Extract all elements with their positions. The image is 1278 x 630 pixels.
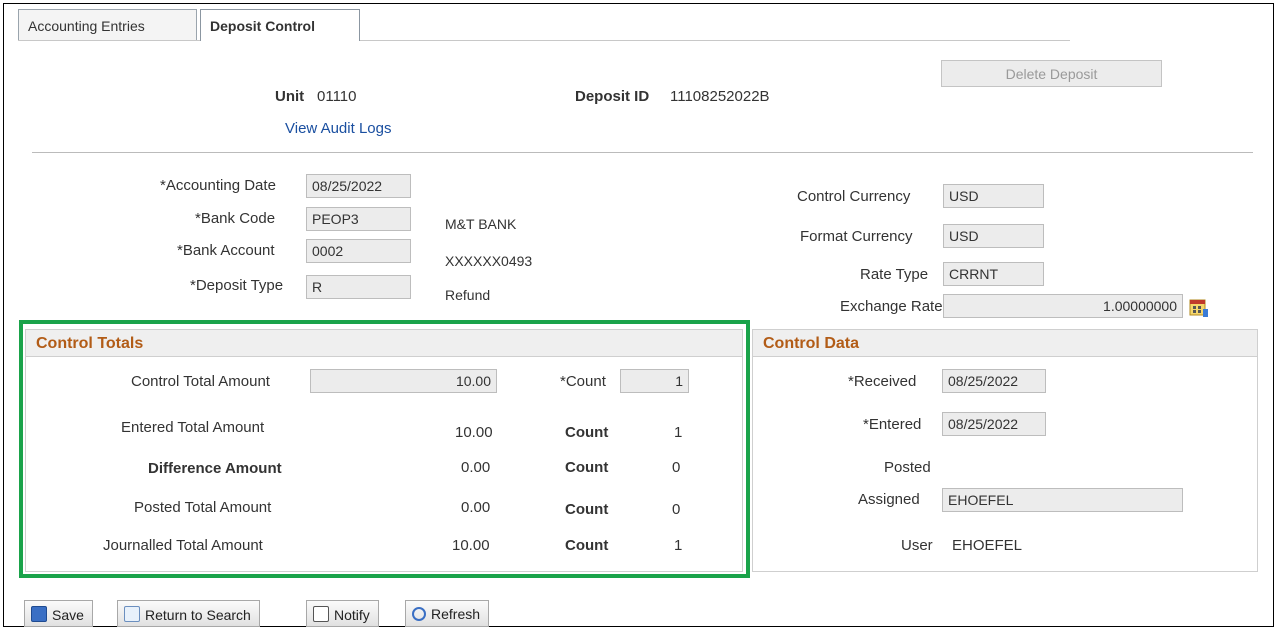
refresh-button-label: Refresh bbox=[431, 606, 481, 622]
deposit-type-label: *Deposit Type bbox=[190, 277, 284, 294]
calendar-icon[interactable] bbox=[1188, 297, 1210, 319]
received-field[interactable]: 08/25/2022 bbox=[942, 369, 1046, 393]
assigned-label: Assigned bbox=[858, 491, 920, 508]
entered-label: *Entered bbox=[863, 416, 922, 433]
exchange-rate-field[interactable]: 1.00000000 bbox=[943, 294, 1183, 318]
tab-deposit-control-label: Deposit Control bbox=[210, 18, 315, 34]
control-data-group: Control Data bbox=[752, 329, 1258, 572]
tab-accounting-entries[interactable]: Accounting Entries bbox=[18, 9, 197, 40]
tab-bar-line bbox=[18, 40, 1070, 41]
delete-deposit-button[interactable]: Delete Deposit bbox=[941, 60, 1162, 87]
assigned-field[interactable]: EHOEFEL bbox=[942, 488, 1183, 512]
bank-account-description: XXXXXX0493 bbox=[445, 253, 533, 269]
deposit-type-description: Refund bbox=[445, 287, 491, 303]
accounting-date-field[interactable]: 08/25/2022 bbox=[306, 174, 411, 198]
section-divider bbox=[32, 152, 1253, 153]
return-to-search-label: Return to Search bbox=[145, 607, 251, 623]
rate-type-field[interactable]: CRRNT bbox=[943, 262, 1044, 286]
bank-account-field[interactable]: 0002 bbox=[306, 239, 411, 263]
bank-code-field[interactable]: PEOP3 bbox=[306, 207, 411, 231]
refresh-button[interactable]: Refresh bbox=[405, 600, 490, 627]
save-button-label: Save bbox=[52, 607, 84, 623]
notify-button[interactable]: Notify bbox=[306, 600, 379, 627]
format-currency-label: Format Currency bbox=[800, 228, 913, 245]
bank-code-description: M&T BANK bbox=[445, 216, 517, 232]
accounting-date-label: *Accounting Date bbox=[160, 177, 276, 194]
search-icon bbox=[124, 606, 140, 622]
user-value: EHOEFEL bbox=[952, 537, 1023, 554]
return-to-search-button[interactable]: Return to Search bbox=[117, 600, 260, 627]
control-totals-highlight bbox=[19, 320, 750, 578]
unit-value: 01110 bbox=[317, 88, 357, 105]
exchange-rate-label: Exchange Rate bbox=[840, 298, 943, 315]
notify-button-label: Notify bbox=[334, 607, 370, 623]
posted-label: Posted bbox=[884, 459, 931, 476]
received-label: *Received bbox=[848, 373, 917, 390]
unit-label: Unit bbox=[275, 88, 305, 105]
refresh-icon bbox=[412, 607, 426, 621]
rate-type-label: Rate Type bbox=[860, 266, 929, 283]
deposit-id-label: Deposit ID bbox=[575, 88, 650, 105]
tab-accounting-entries-label: Accounting Entries bbox=[28, 18, 145, 34]
format-currency-field[interactable]: USD bbox=[943, 224, 1044, 248]
view-audit-logs-link[interactable]: View Audit Logs bbox=[285, 120, 391, 137]
notify-icon bbox=[313, 606, 329, 622]
control-currency-label: Control Currency bbox=[797, 188, 911, 205]
bank-account-label: *Bank Account bbox=[177, 242, 275, 259]
deposit-type-field[interactable]: R bbox=[306, 275, 411, 299]
save-button[interactable]: Save bbox=[24, 600, 93, 627]
deposit-id-value: 11108252022B bbox=[670, 88, 770, 105]
control-data-title: Control Data bbox=[753, 330, 1257, 357]
save-icon bbox=[31, 606, 47, 622]
control-currency-field[interactable]: USD bbox=[943, 184, 1044, 208]
bank-code-label: *Bank Code bbox=[195, 210, 276, 227]
tab-deposit-control[interactable]: Deposit Control bbox=[200, 9, 360, 41]
entered-field[interactable]: 08/25/2022 bbox=[942, 412, 1046, 436]
user-label: User bbox=[901, 537, 933, 554]
